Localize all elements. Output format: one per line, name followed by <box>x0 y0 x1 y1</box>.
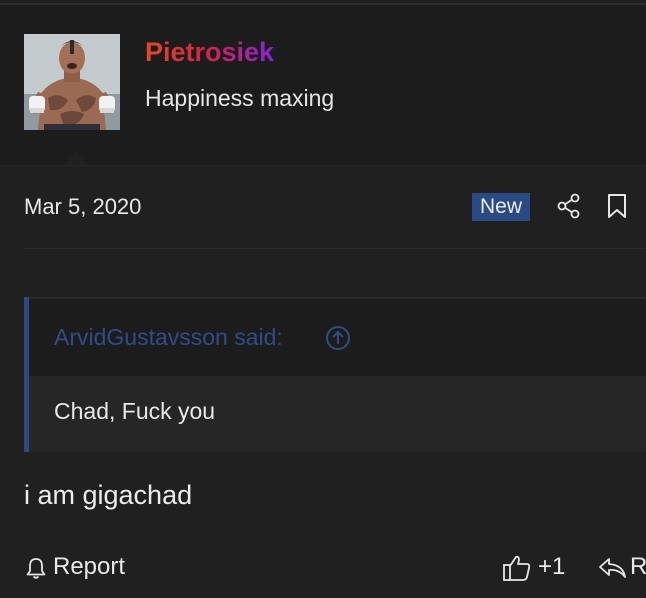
divider <box>24 248 646 249</box>
new-badge: New <box>472 193 530 221</box>
quote-text: Chad, Fuck you <box>54 398 216 424</box>
user-title: Happiness maxing <box>145 85 335 111</box>
quote-block: ArvidGustavsson said: Chad, Fuck you <box>24 297 646 452</box>
report-label: Report <box>53 553 126 580</box>
reply-label: Reply <box>630 553 646 580</box>
quote-author[interactable]: ArvidGustavsson said: <box>54 324 283 351</box>
reply-button[interactable]: Reply <box>597 553 646 583</box>
avatar[interactable] <box>24 34 120 130</box>
bell-icon <box>24 556 48 580</box>
arrow-up-circle-icon[interactable] <box>325 325 351 351</box>
username[interactable]: Pietrosiek <box>145 37 274 68</box>
post-date[interactable]: Mar 5, 2020 <box>24 194 141 220</box>
quote-body: Chad, Fuck you <box>29 376 646 452</box>
divider <box>0 165 646 166</box>
thumbs-up-icon <box>502 554 532 582</box>
message-text: i am gigachad <box>24 480 193 510</box>
share-icon[interactable] <box>557 193 581 219</box>
user-block: Pietrosiek Happiness maxing <box>0 5 646 170</box>
quote-header: ArvidGustavsson said: <box>29 297 646 376</box>
reply-arrow-icon <box>597 555 627 581</box>
like-count: +1 <box>538 553 566 580</box>
message-caret <box>58 151 94 170</box>
bookmark-icon[interactable] <box>606 193 628 219</box>
